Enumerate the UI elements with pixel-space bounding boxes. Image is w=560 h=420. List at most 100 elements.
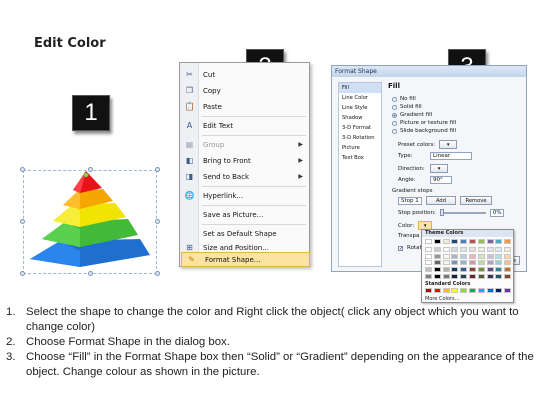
- theme-color-swatch[interactable]: [433, 260, 441, 266]
- menu-item-bring-to-front[interactable]: ◧ Bring to Front ▶: [180, 153, 309, 168]
- theme-color-swatch[interactable]: [477, 267, 485, 273]
- nav-item-3d-format[interactable]: 3-D Format: [339, 123, 381, 133]
- theme-color-swatch[interactable]: [425, 267, 432, 273]
- theme-color-swatch[interactable]: [477, 246, 485, 252]
- theme-color-swatch[interactable]: [486, 274, 494, 279]
- standard-color-swatch[interactable]: [495, 288, 503, 293]
- stop-position-input[interactable]: 0%: [489, 209, 504, 217]
- nav-item-line-style[interactable]: Line Style: [339, 103, 381, 113]
- pyramid-shape[interactable]: [20, 167, 165, 282]
- theme-color-swatch[interactable]: [442, 239, 450, 244]
- nav-item-text-box[interactable]: Text Box: [339, 153, 381, 163]
- theme-color-swatch[interactable]: [451, 253, 459, 259]
- menu-item-save-as-picture[interactable]: Save as Picture...: [180, 207, 309, 222]
- theme-color-swatch[interactable]: [495, 253, 503, 259]
- standard-color-swatch[interactable]: [433, 288, 441, 293]
- theme-color-swatch[interactable]: [469, 260, 476, 266]
- theme-color-swatch[interactable]: [425, 246, 432, 252]
- theme-color-swatch[interactable]: [442, 274, 450, 279]
- theme-color-swatch[interactable]: [460, 239, 468, 244]
- theme-color-swatch[interactable]: [504, 260, 512, 266]
- theme-color-swatch[interactable]: [442, 253, 450, 259]
- standard-color-swatch[interactable]: [460, 288, 468, 293]
- theme-color-swatch[interactable]: [451, 267, 459, 273]
- nav-item-picture[interactable]: Picture: [339, 143, 381, 153]
- theme-color-swatch[interactable]: [504, 253, 512, 259]
- theme-color-swatch[interactable]: [495, 260, 503, 266]
- nav-item-fill[interactable]: Fill: [339, 83, 381, 93]
- theme-color-swatch[interactable]: [442, 260, 450, 266]
- remove-stop-button[interactable]: Remove: [460, 196, 492, 205]
- theme-color-swatch[interactable]: [442, 246, 450, 252]
- theme-color-swatch[interactable]: [469, 239, 476, 244]
- type-select[interactable]: Linear: [430, 152, 472, 160]
- theme-color-swatch[interactable]: [460, 246, 468, 252]
- angle-input[interactable]: 90°: [430, 176, 452, 184]
- theme-color-swatch[interactable]: [504, 246, 512, 252]
- theme-color-swatch[interactable]: [433, 246, 441, 252]
- radio-background-fill[interactable]: Slide background fill: [392, 128, 456, 134]
- stop-position-slider[interactable]: [439, 209, 486, 216]
- standard-color-swatch[interactable]: [486, 288, 494, 293]
- theme-color-swatch[interactable]: [469, 253, 476, 259]
- standard-color-swatch[interactable]: [425, 288, 432, 293]
- theme-color-swatch[interactable]: [486, 239, 494, 244]
- theme-color-swatch[interactable]: [477, 274, 485, 279]
- menu-item-hyperlink[interactable]: 🌐 Hyperlink...: [180, 188, 309, 203]
- theme-color-swatch[interactable]: [451, 274, 459, 279]
- radio-no-fill[interactable]: No fill: [392, 96, 416, 102]
- standard-color-swatch[interactable]: [477, 288, 485, 293]
- theme-color-swatch[interactable]: [469, 274, 476, 279]
- stop-select[interactable]: Stop 1: [398, 196, 422, 205]
- theme-color-swatch[interactable]: [477, 239, 485, 244]
- theme-color-swatch[interactable]: [460, 253, 468, 259]
- theme-color-swatch[interactable]: [486, 253, 494, 259]
- menu-item-format-shape[interactable]: ✎ Format Shape...: [181, 252, 310, 267]
- standard-color-swatch[interactable]: [451, 288, 459, 293]
- add-stop-button[interactable]: Add: [426, 196, 456, 205]
- menu-item-paste[interactable]: 📋 Paste: [180, 99, 309, 114]
- menu-item-cut[interactable]: ✂ Cut: [180, 67, 309, 82]
- theme-color-swatch[interactable]: [433, 239, 441, 244]
- theme-color-swatch[interactable]: [477, 253, 485, 259]
- theme-color-swatch[interactable]: [486, 267, 494, 273]
- radio-solid-fill[interactable]: Solid fill: [392, 104, 422, 110]
- standard-color-swatch[interactable]: [442, 288, 450, 293]
- menu-item-set-default-shape[interactable]: Set as Default Shape: [180, 226, 309, 241]
- theme-color-swatch[interactable]: [451, 246, 459, 252]
- theme-color-swatch[interactable]: [486, 246, 494, 252]
- rotate-checkbox[interactable]: ✓: [398, 245, 403, 251]
- theme-color-swatch[interactable]: [451, 260, 459, 266]
- theme-color-swatch[interactable]: [425, 239, 432, 244]
- menu-item-edit-text[interactable]: A Edit Text: [180, 118, 309, 133]
- nav-item-line-color[interactable]: Line Color: [339, 93, 381, 103]
- more-colors-link[interactable]: More Colors...: [425, 296, 459, 302]
- theme-color-swatch[interactable]: [469, 267, 476, 273]
- theme-color-swatch[interactable]: [460, 260, 468, 266]
- theme-color-swatch[interactable]: [495, 246, 503, 252]
- theme-color-swatch[interactable]: [433, 253, 441, 259]
- theme-color-swatch[interactable]: [495, 274, 503, 279]
- radio-gradient-fill[interactable]: Gradient fill: [392, 112, 432, 118]
- theme-color-swatch[interactable]: [486, 260, 494, 266]
- theme-color-swatch[interactable]: [495, 239, 503, 244]
- direction-dropdown[interactable]: ▾: [430, 164, 448, 173]
- theme-color-swatch[interactable]: [451, 239, 459, 244]
- theme-color-swatch[interactable]: [504, 239, 512, 244]
- radio-picture-fill[interactable]: Picture or texture fill: [392, 120, 456, 126]
- theme-color-swatch[interactable]: [504, 274, 512, 279]
- theme-color-swatch[interactable]: [433, 267, 441, 273]
- theme-color-swatch[interactable]: [425, 260, 432, 266]
- menu-item-copy[interactable]: ❐ Copy: [180, 83, 309, 98]
- nav-item-3d-rotation[interactable]: 3-D Rotation: [339, 133, 381, 143]
- nav-item-shadow[interactable]: Shadow: [339, 113, 381, 123]
- theme-color-swatch[interactable]: [433, 274, 441, 279]
- menu-item-group[interactable]: ▦ Group ▶: [180, 137, 309, 152]
- theme-color-swatch[interactable]: [504, 267, 512, 273]
- standard-color-swatch[interactable]: [504, 288, 512, 293]
- theme-color-swatch[interactable]: [477, 260, 485, 266]
- standard-color-swatch[interactable]: [469, 288, 476, 293]
- theme-color-swatch[interactable]: [442, 267, 450, 273]
- theme-color-swatch[interactable]: [425, 274, 432, 279]
- preset-colors-dropdown[interactable]: ▾: [439, 140, 458, 149]
